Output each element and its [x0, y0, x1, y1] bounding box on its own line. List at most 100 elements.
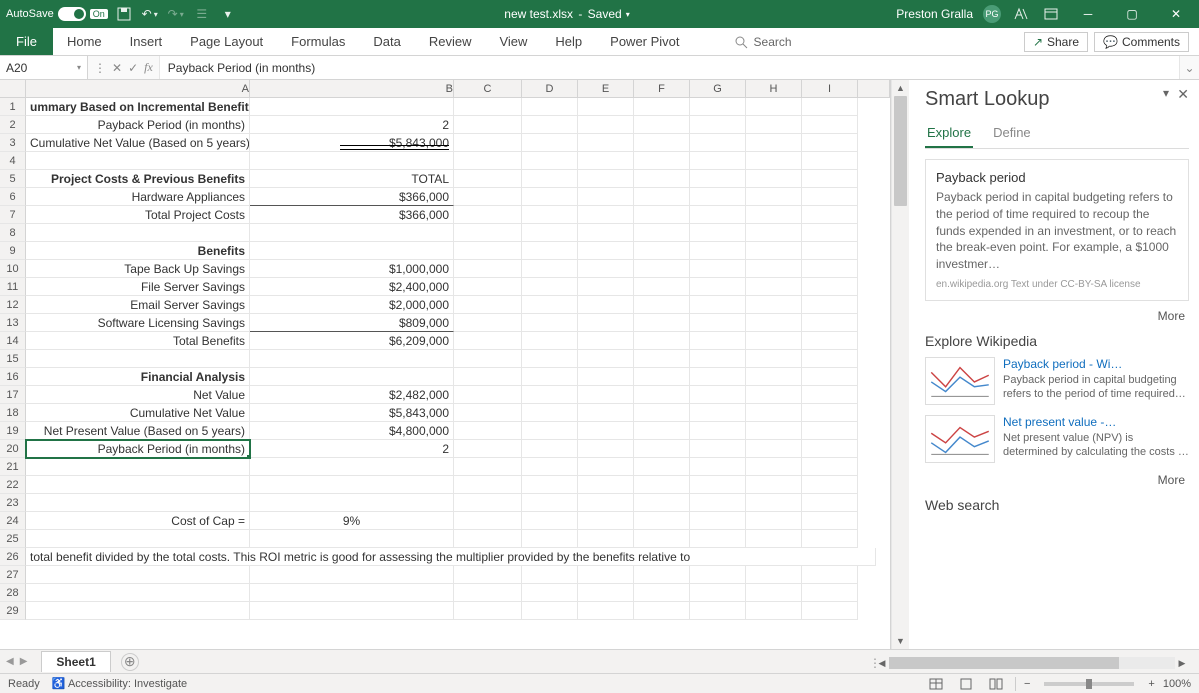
cell[interactable] — [746, 350, 802, 368]
cell[interactable] — [250, 242, 454, 260]
cell[interactable] — [522, 422, 578, 440]
row-header[interactable]: 18 — [0, 404, 26, 422]
cell[interactable] — [634, 332, 690, 350]
cell[interactable]: Payback Period (in months) — [26, 440, 250, 458]
cell[interactable] — [634, 116, 690, 134]
tell-me-search[interactable]: Search — [734, 35, 792, 49]
add-sheet-button[interactable]: ⊕ — [121, 653, 139, 671]
cell[interactable]: $366,000 — [250, 188, 454, 206]
cell[interactable]: Project Costs & Previous Benefits — [26, 170, 250, 188]
cell[interactable] — [802, 98, 858, 116]
row-header[interactable]: 2 — [0, 116, 26, 134]
vertical-scrollbar[interactable]: ▲ ▼ — [891, 80, 909, 649]
cell[interactable]: $366,000 — [250, 206, 454, 224]
sheet-nav-prev-icon[interactable]: ◀ — [6, 656, 14, 667]
cell[interactable] — [802, 602, 858, 620]
cell[interactable] — [746, 422, 802, 440]
cell[interactable]: $1,000,000 — [250, 260, 454, 278]
table-row[interactable]: 29 — [0, 602, 890, 620]
cell[interactable] — [522, 278, 578, 296]
cell[interactable] — [802, 440, 858, 458]
cell[interactable] — [454, 422, 522, 440]
col-header-D[interactable]: D — [522, 80, 578, 97]
cell[interactable] — [26, 224, 250, 242]
cell[interactable] — [634, 152, 690, 170]
cell[interactable] — [690, 260, 746, 278]
table-row[interactable]: 24Cost of Cap =9% — [0, 512, 890, 530]
row-header[interactable]: 8 — [0, 224, 26, 242]
tab-help[interactable]: Help — [541, 28, 596, 55]
cell[interactable]: Hardware Appliances — [26, 188, 250, 206]
table-row[interactable]: 19Net Present Value (Based on 5 years)$4… — [0, 422, 890, 440]
cell[interactable] — [690, 332, 746, 350]
cell[interactable] — [634, 476, 690, 494]
cell[interactable] — [690, 350, 746, 368]
cell[interactable] — [522, 296, 578, 314]
cell[interactable] — [746, 260, 802, 278]
cell[interactable] — [578, 98, 634, 116]
cell[interactable] — [522, 314, 578, 332]
comments-button[interactable]: 💬Comments — [1094, 32, 1189, 52]
cell[interactable] — [746, 476, 802, 494]
cell[interactable]: 9% — [250, 512, 454, 530]
scroll-down-icon[interactable]: ▼ — [892, 633, 909, 649]
cell[interactable]: Total Benefits — [26, 332, 250, 350]
cell[interactable] — [250, 530, 454, 548]
cell[interactable] — [26, 584, 250, 602]
cell[interactable] — [578, 188, 634, 206]
table-row[interactable]: 5Project Costs & Previous BenefitsTOTAL — [0, 170, 890, 188]
table-row[interactable]: 26total benefit divided by the total cos… — [0, 548, 890, 566]
col-header-G[interactable]: G — [690, 80, 746, 97]
cell[interactable] — [454, 98, 522, 116]
cell[interactable]: ummary Based on Incremental Benefits — [26, 98, 250, 116]
table-row[interactable]: 10Tape Back Up Savings$1,000,000 — [0, 260, 890, 278]
cell[interactable] — [746, 602, 802, 620]
cell[interactable] — [634, 566, 690, 584]
share-button[interactable]: ↗Share — [1024, 32, 1088, 52]
cell[interactable] — [522, 224, 578, 242]
table-row[interactable]: 11File Server Savings$2,400,000 — [0, 278, 890, 296]
cell[interactable]: $809,000 — [250, 314, 454, 332]
table-row[interactable]: 3Cumulative Net Value (Based on 5 years)… — [0, 134, 890, 152]
horizontal-scrollbar[interactable]: ⋮ ◀ ▶ — [869, 656, 1189, 670]
cell[interactable]: Software Licensing Savings — [26, 314, 250, 332]
cell[interactable]: Cumulative Net Value (Based on 5 years) — [26, 134, 250, 152]
cell[interactable] — [578, 476, 634, 494]
cell[interactable] — [746, 170, 802, 188]
cell[interactable] — [690, 602, 746, 620]
name-box[interactable]: A20▾ — [0, 56, 88, 79]
cell[interactable] — [578, 530, 634, 548]
pane-tab-explore[interactable]: Explore — [925, 121, 973, 148]
cell[interactable] — [522, 584, 578, 602]
undo-icon[interactable]: ↶▾ — [140, 4, 160, 24]
cell[interactable]: $4,800,000 — [250, 422, 454, 440]
col-header-A[interactable]: A — [26, 80, 250, 97]
cell[interactable] — [250, 350, 454, 368]
cell[interactable] — [578, 278, 634, 296]
cell[interactable] — [454, 602, 522, 620]
row-header[interactable]: 9 — [0, 242, 26, 260]
cell[interactable]: Cost of Cap = — [26, 512, 250, 530]
cell[interactable] — [746, 188, 802, 206]
cell[interactable]: $2,000,000 — [250, 296, 454, 314]
cell[interactable] — [690, 134, 746, 152]
row-header[interactable]: 25 — [0, 530, 26, 548]
cell[interactable] — [802, 242, 858, 260]
cell[interactable] — [454, 584, 522, 602]
spreadsheet-grid[interactable]: A B C D E F G H I 1ummary Based on Incre… — [0, 80, 891, 649]
row-header[interactable]: 5 — [0, 170, 26, 188]
cell[interactable] — [578, 422, 634, 440]
table-row[interactable]: 6Hardware Appliances$366,000 — [0, 188, 890, 206]
cell[interactable] — [578, 260, 634, 278]
cell[interactable] — [802, 152, 858, 170]
cell[interactable] — [454, 530, 522, 548]
table-row[interactable]: 13Software Licensing Savings$809,000 — [0, 314, 890, 332]
table-row[interactable]: 8 — [0, 224, 890, 242]
cell[interactable] — [634, 602, 690, 620]
row-header[interactable]: 13 — [0, 314, 26, 332]
table-row[interactable]: 23 — [0, 494, 890, 512]
formula-accept-icon[interactable]: ✓ — [128, 61, 138, 75]
cell[interactable] — [746, 494, 802, 512]
cell[interactable] — [746, 368, 802, 386]
cell[interactable] — [578, 116, 634, 134]
